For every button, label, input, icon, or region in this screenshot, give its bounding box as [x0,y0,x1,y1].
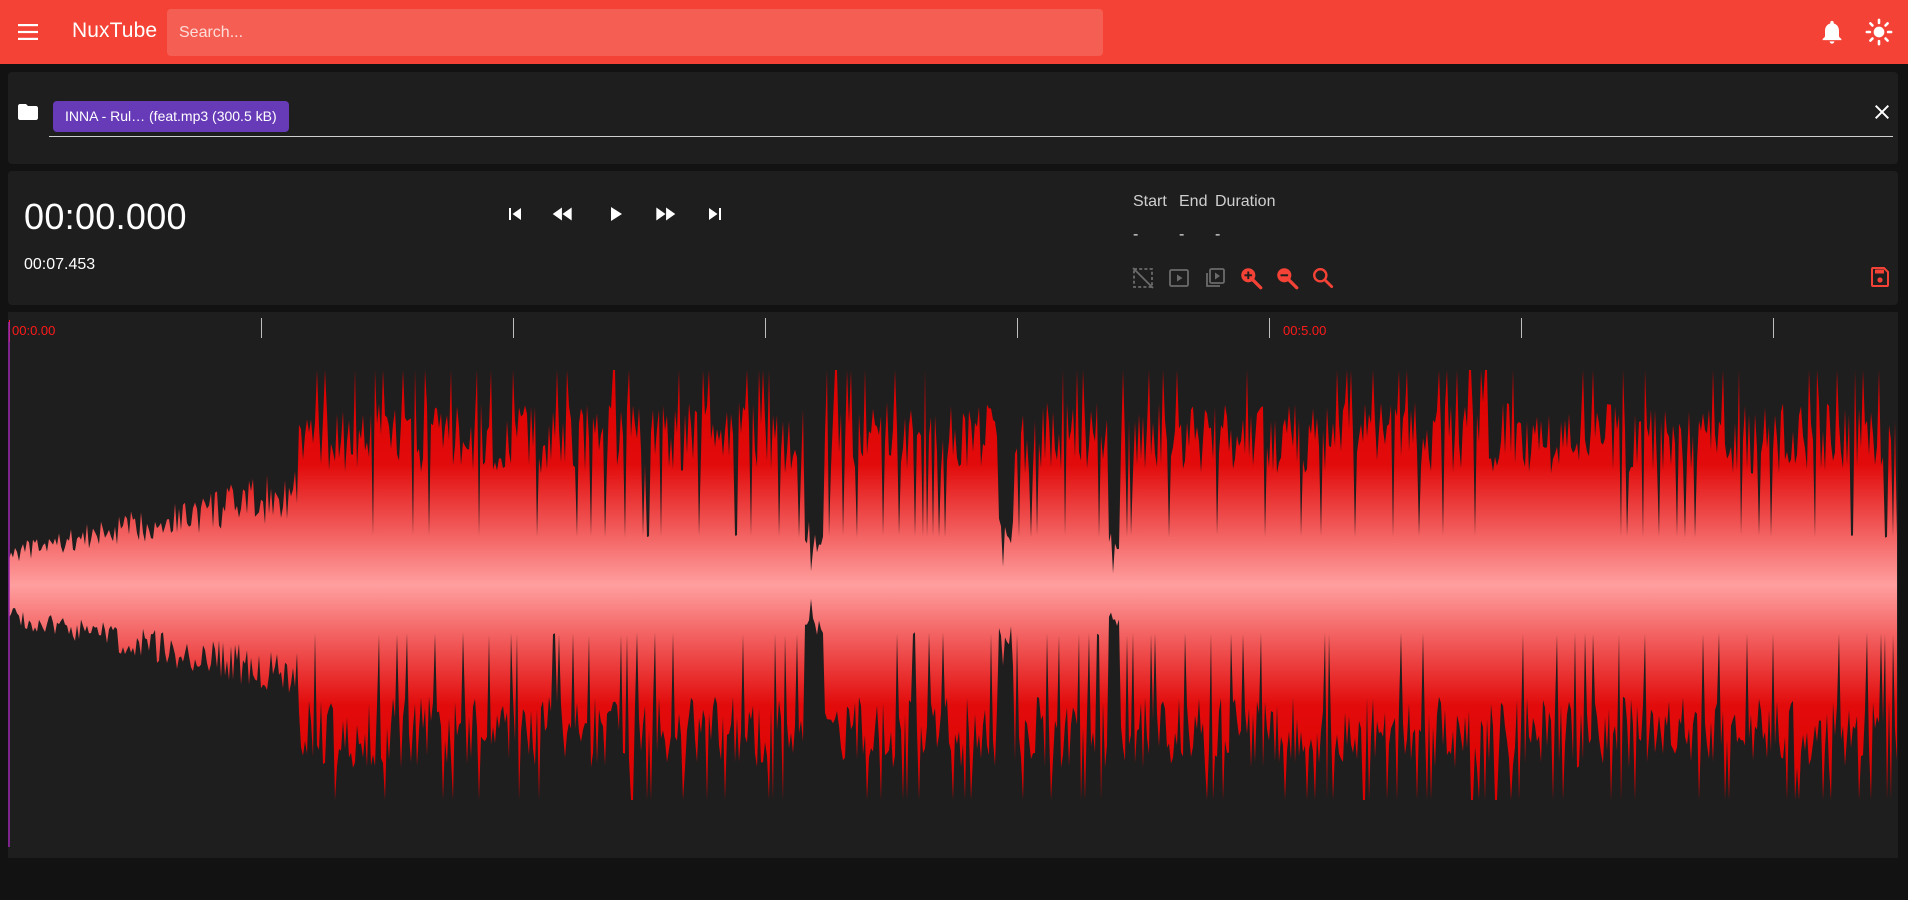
waveform-panel[interactable]: 00:0.00 00:5.00 [8,312,1898,858]
clear-file-button[interactable] [1870,100,1894,124]
timeline-label-5s: 00:5.00 [1283,323,1326,338]
notifications-button[interactable] [1818,18,1846,46]
fast-forward-icon [656,207,676,221]
app-title[interactable]: NuxTube [72,19,157,43]
region-duration-value: - [1215,226,1221,243]
region-duration-label: Duration [1215,193,1276,210]
timeline-ruler [9,318,1774,342]
play-region-button[interactable] [1166,265,1192,291]
skip-previous-button[interactable] [500,199,530,229]
open-file-button[interactable] [16,100,40,124]
region-start-label: Start [1133,193,1167,210]
region-end-label: End [1179,193,1208,210]
rewind-button[interactable] [548,199,578,229]
current-time: 00:00.000 [24,196,187,237]
search-icon [1313,268,1334,289]
file-input-card: INNA - Rul… (feat.mp3 (300.5 kB) [8,72,1898,164]
waveform-shape [9,370,1897,800]
folder-icon [18,104,38,120]
skip-next-button[interactable] [700,199,730,229]
bell-icon [1822,20,1842,44]
timeline-label-start: 00:0.00 [12,323,55,338]
close-icon [1875,105,1889,119]
play-icon [611,207,622,221]
skip-next-icon [709,208,721,220]
save-icon [1871,267,1889,287]
fast-forward-button[interactable] [650,199,680,229]
selection-off-icon [1132,267,1154,289]
app-bar: NuxTube [0,0,1908,64]
file-input-field[interactable]: INNA - Rul… (feat.mp3 (300.5 kB) [49,72,1893,137]
zoom-out-icon [1277,268,1299,290]
play-loop-icon [1206,268,1225,287]
menu-icon [18,24,38,40]
sun-icon [1865,18,1893,46]
search-input[interactable] [167,9,1103,56]
skip-previous-icon [509,208,521,220]
zoom-out-button[interactable] [1274,265,1300,291]
file-chip[interactable]: INNA - Rul… (feat.mp3 (300.5 kB) [53,101,289,132]
player-card: 00:00.000 00:07.453 Start End Duration -… [8,171,1898,305]
zoom-in-button[interactable] [1238,265,1264,291]
rewind-icon [552,207,572,221]
menu-button[interactable] [14,18,42,46]
theme-toggle-button[interactable] [1865,18,1893,46]
clear-selection-button[interactable] [1130,265,1156,291]
loop-region-button[interactable] [1202,265,1228,291]
transport-controls [500,199,740,229]
region-end-value: - [1179,226,1185,243]
zoom-in-icon [1241,268,1263,290]
waveform-canvas[interactable]: 00:0.00 00:5.00 [8,312,1898,858]
save-button[interactable] [1868,265,1894,291]
zoom-reset-button[interactable] [1310,265,1336,291]
total-duration: 00:07.453 [24,256,96,273]
region-start-value: - [1133,226,1139,243]
play-button[interactable] [600,199,630,229]
play-region-icon [1169,269,1189,287]
